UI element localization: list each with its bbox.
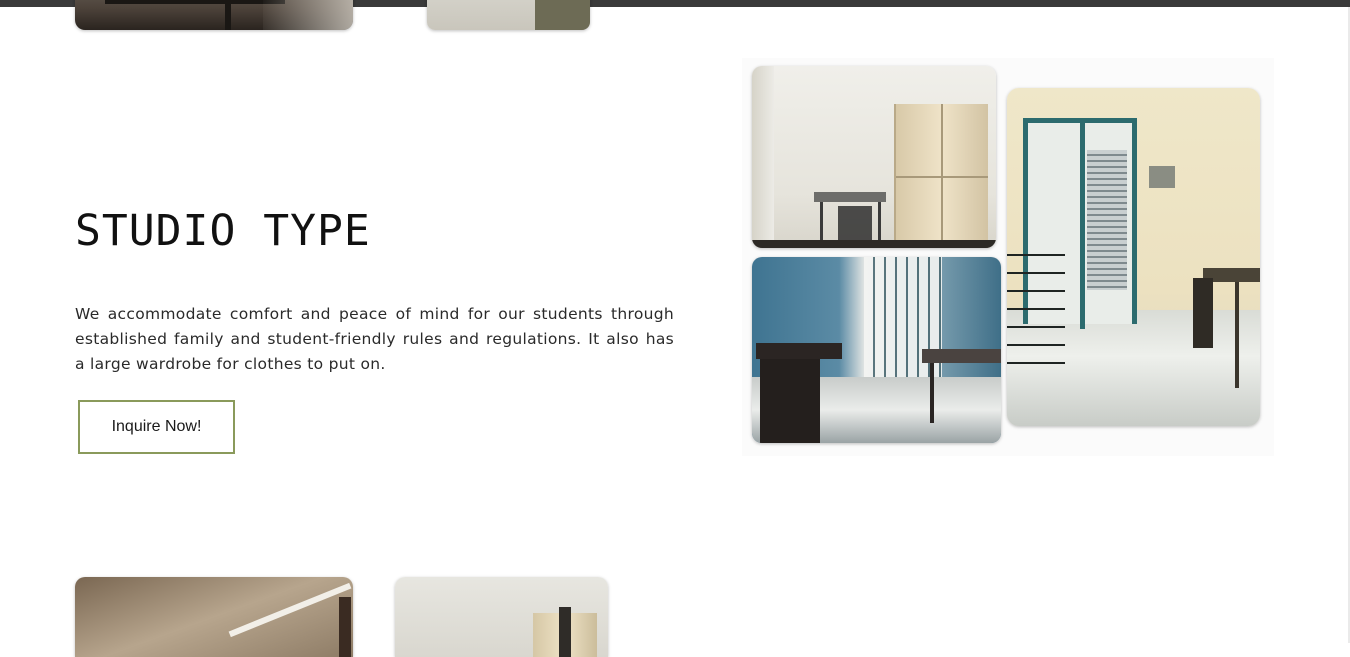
previous-room-photo-1	[75, 0, 353, 30]
section-description: We accommodate comfort and peace of mind…	[75, 305, 674, 373]
room-photo-wardrobe	[752, 66, 996, 248]
inquire-now-button[interactable]: Inquire Now!	[78, 400, 235, 454]
next-room-photo-1	[75, 577, 353, 657]
room-photo-doorway	[1007, 88, 1260, 426]
next-room-photo-2	[395, 577, 608, 657]
room-photo-study-area	[752, 257, 1001, 443]
previous-room-photo-2	[427, 0, 590, 30]
section-title: STUDIO TYPE	[75, 206, 371, 256]
